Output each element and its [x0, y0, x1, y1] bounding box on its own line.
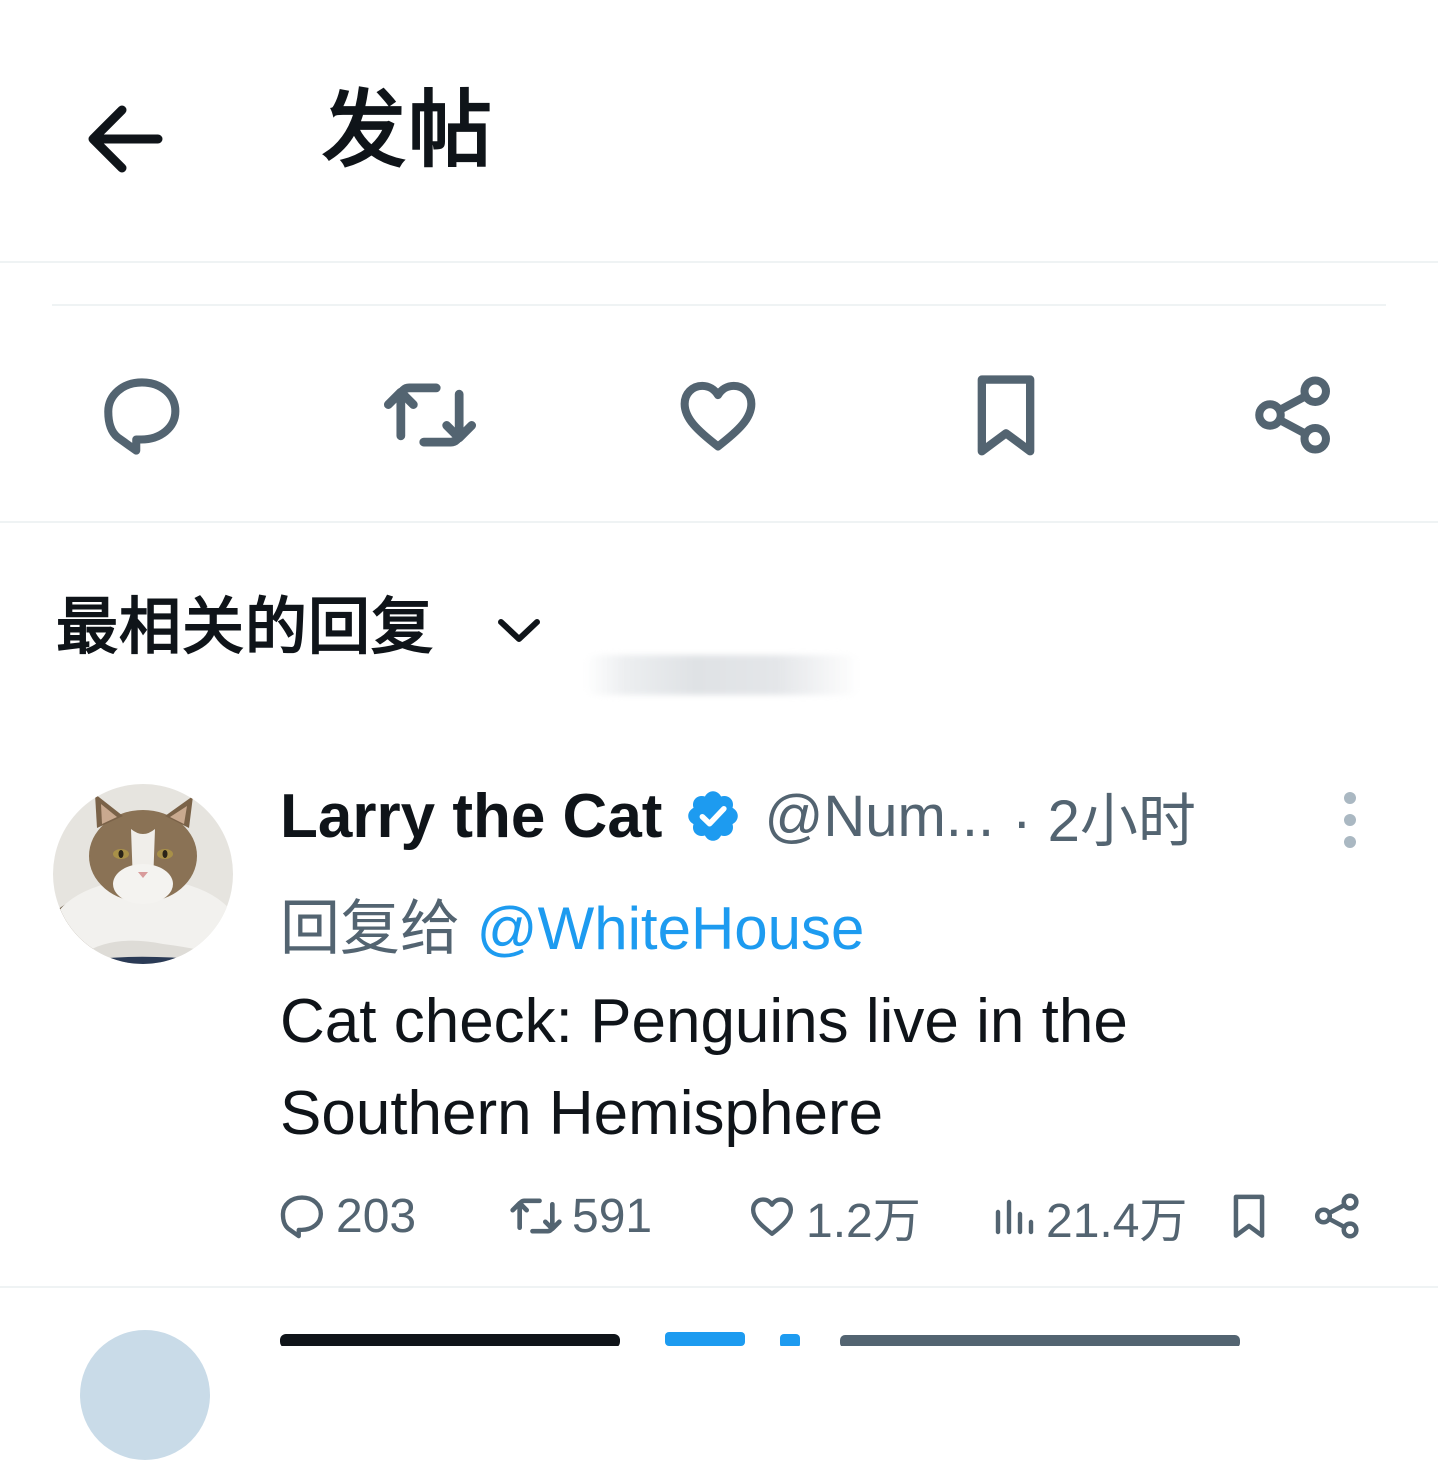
reply-to-prefix: 回复给 [280, 895, 477, 962]
like-icon [680, 381, 756, 451]
back-button[interactable] [80, 96, 170, 186]
share-icon [1255, 376, 1330, 454]
reply-bottom-divider [0, 1286, 1438, 1288]
author-name[interactable]: Larry the Cat [280, 781, 662, 852]
retweet-icon [510, 1198, 562, 1234]
page-title: 发帖 [322, 81, 495, 179]
bookmark-small-button[interactable] [1222, 1186, 1284, 1246]
blurred-overlay [585, 655, 860, 695]
reply-count: 203 [336, 1189, 417, 1243]
reply-author-row: Larry the Cat @Num... · 2小时 [280, 780, 1196, 855]
sort-label[interactable]: 最相关的回复 [56, 596, 434, 658]
arrow-left-icon [88, 105, 163, 173]
reply-icon [280, 1195, 324, 1239]
like-button[interactable] [663, 360, 773, 470]
reply-icon [104, 378, 180, 455]
retweet-count-button[interactable]: 591 [508, 1186, 652, 1246]
bookmark-button[interactable] [951, 360, 1061, 470]
reply-count-button[interactable]: 203 [276, 1186, 416, 1246]
share-icon [1314, 1193, 1359, 1239]
action-bar-bottom-divider [0, 521, 1438, 523]
retweet-icon [383, 383, 477, 447]
share-small-button[interactable] [1310, 1186, 1372, 1246]
view-count-button[interactable]: 21.4万 [990, 1186, 1187, 1248]
avatar[interactable] [53, 784, 233, 964]
author-handle[interactable]: @Num... [764, 783, 994, 850]
verified-badge-icon [688, 791, 739, 841]
reply-to-mention[interactable]: @WhiteHouse [477, 895, 865, 962]
reply-button[interactable] [87, 360, 197, 470]
reply-to-line: 回复给 @WhiteHouse [280, 880, 864, 967]
next-reply-header-cropped [280, 1326, 1280, 1346]
bookmark-icon [1233, 1194, 1265, 1238]
view-count: 21.4万 [1046, 1195, 1188, 1248]
share-button[interactable] [1238, 360, 1348, 470]
like-icon [750, 1197, 794, 1236]
retweet-count: 591 [572, 1189, 653, 1243]
like-count: 1.2万 [806, 1195, 921, 1248]
action-bar-top-divider [52, 304, 1386, 306]
bookmark-icon [977, 375, 1035, 456]
like-count-button[interactable]: 1.2万 [746, 1186, 921, 1248]
views-icon [995, 1199, 1034, 1235]
more-options-icon[interactable] [1330, 790, 1370, 850]
reply-text: Cat check: Penguins live in the Southern… [280, 987, 1128, 1148]
post-time[interactable]: · 2小时 [1012, 774, 1196, 858]
chevron-down-icon[interactable] [494, 608, 544, 652]
next-reply-avatar[interactable] [80, 1330, 210, 1460]
retweet-button[interactable] [375, 360, 485, 470]
header-divider [0, 261, 1438, 263]
